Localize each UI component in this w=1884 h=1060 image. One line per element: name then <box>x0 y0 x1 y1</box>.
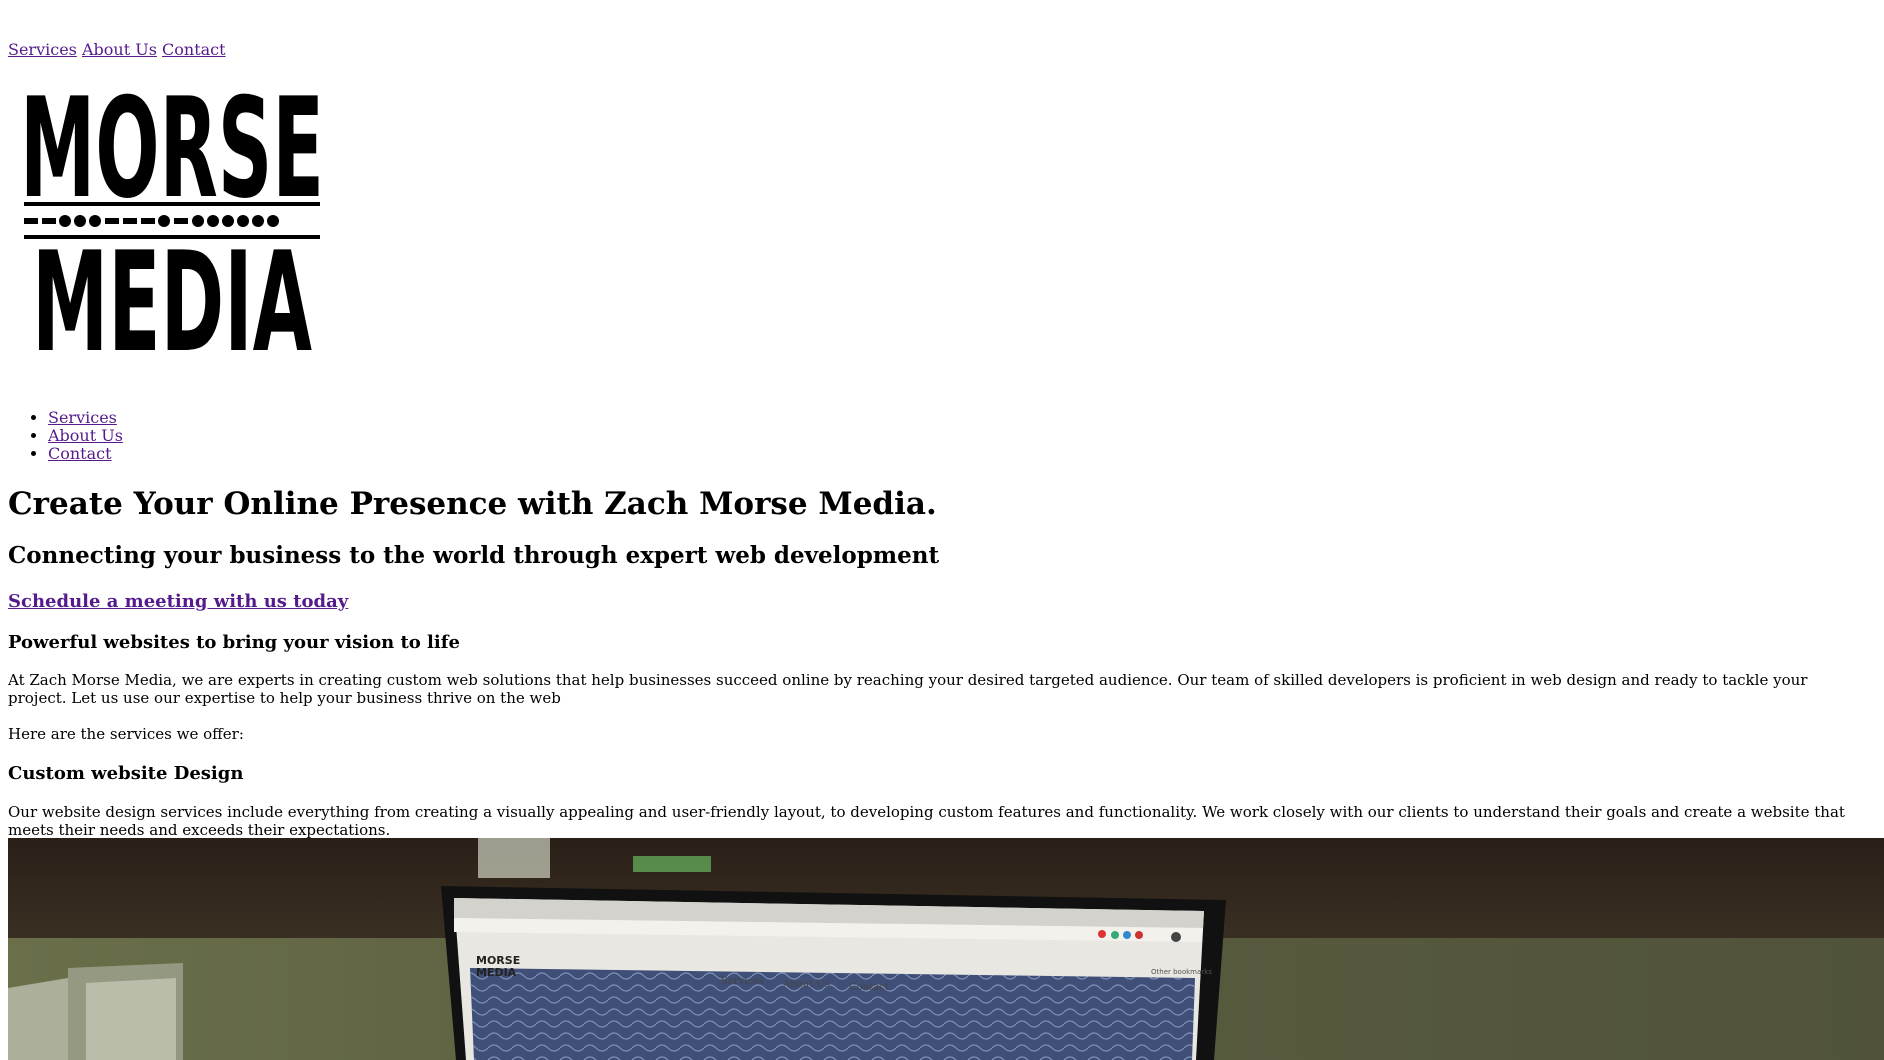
schedule-meeting-link[interactable]: Schedule a meeting with us today <box>8 590 348 614</box>
screen-nav-services: Services <box>721 976 764 987</box>
nav-services-link[interactable]: Services <box>48 408 117 427</box>
main-nav-list: Services About Us Contact <box>0 409 123 463</box>
morse-media-logo: MORSE MEDIA <box>20 84 324 356</box>
hero-title: Create Your Online Presence with Zach Mo… <box>8 486 937 522</box>
green-sticky-note <box>633 856 711 872</box>
top-nav-contact-link[interactable]: Contact <box>162 40 226 59</box>
intro-heading: Powerful websites to bring your vision t… <box>8 632 460 653</box>
screen-other-bookmarks: Other bookmarks <box>1151 968 1212 976</box>
top-nav: Services About Us Contact <box>8 40 226 60</box>
logo-rule-top <box>24 202 320 206</box>
screen-nav-contact: Contact <box>849 982 889 993</box>
custom-design-paragraph: Our website design services include ever… <box>8 803 1845 839</box>
nav-about-link[interactable]: About Us <box>48 426 123 445</box>
top-nav-about-link[interactable]: About Us <box>82 40 157 59</box>
nav-list-item: Services <box>48 409 123 427</box>
intro-paragraph: At Zach Morse Media, we are experts in c… <box>8 671 1808 707</box>
nav-list-item: Contact <box>48 445 123 463</box>
top-nav-services-link[interactable]: Services <box>8 40 77 59</box>
nav-list-item: About Us <box>48 427 123 445</box>
nav-contact-link[interactable]: Contact <box>48 444 112 463</box>
logo-line2: MEDIA <box>32 222 312 356</box>
services-intro-text: Here are the services we offer: <box>8 725 244 743</box>
sticky-note <box>478 838 550 878</box>
laptop-photo: MORSE MEDIA Services About Us Contact Ot… <box>8 838 1884 1060</box>
custom-design-heading: Custom website Design <box>8 763 244 784</box>
logo-line1: MORSE <box>20 84 324 229</box>
screen-nav-about: About Us <box>782 979 830 990</box>
hero-subtitle: Connecting your business to the world th… <box>8 542 940 569</box>
screen-logo-line2: MEDIA <box>476 966 517 979</box>
screen-wave-pattern <box>470 968 1195 1060</box>
